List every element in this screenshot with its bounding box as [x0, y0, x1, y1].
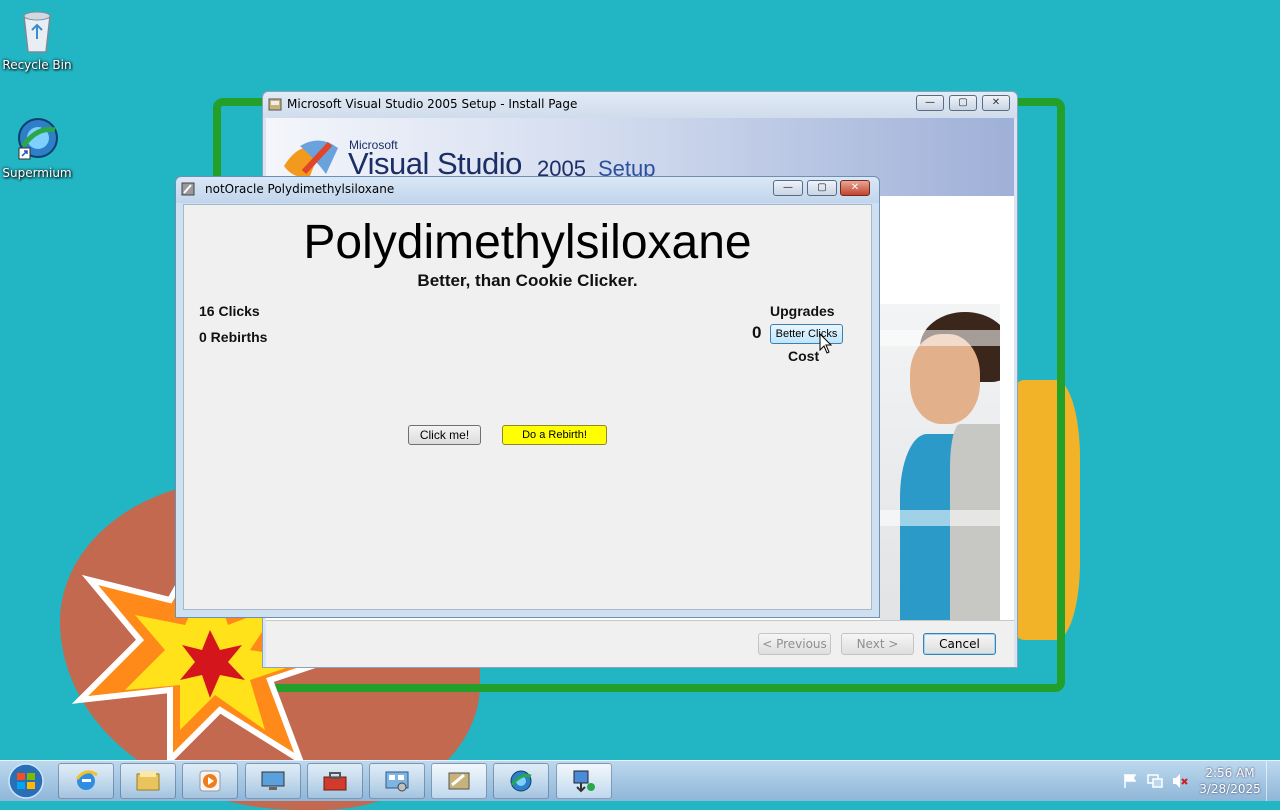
vs-title-bar[interactable]: Microsoft Visual Studio 2005 Setup - Ins…: [263, 92, 1017, 118]
click-me-button[interactable]: Click me!: [408, 425, 481, 445]
taskbar: 2:56 AM 3/28/2025: [0, 760, 1280, 801]
taskbar-clock[interactable]: 2:56 AM 3/28/2025: [1196, 765, 1264, 797]
minimize-button[interactable]: —: [773, 180, 803, 196]
windows-orb-icon: [8, 763, 44, 799]
mouse-cursor-icon: [819, 333, 833, 354]
taskbar-installer[interactable]: [556, 763, 612, 799]
setup-icon: [268, 98, 282, 111]
desktop-icon-label: Recycle Bin: [2, 58, 72, 72]
installer-icon: [573, 770, 595, 793]
clock-date: 3/28/2025: [1199, 782, 1261, 796]
maximize-button[interactable]: ▢: [807, 180, 837, 196]
rebirth-button[interactable]: Do a Rebirth!: [502, 425, 607, 445]
desktop-icon-recycle-bin[interactable]: Recycle Bin: [0, 8, 74, 72]
flag-icon[interactable]: [1122, 773, 1138, 789]
next-button[interactable]: Next >: [841, 633, 914, 655]
game-heading: Polydimethylsiloxane: [303, 216, 752, 269]
setup-icon: [448, 772, 470, 790]
minimize-button[interactable]: —: [916, 95, 944, 111]
desktop-icon-supermium[interactable]: Supermium: [0, 116, 74, 180]
clicks-counter: 16 Clicks: [199, 303, 260, 319]
app-icon: [181, 182, 195, 196]
rebirths-counter: 0 Rebirths: [199, 329, 268, 345]
close-button[interactable]: ✕: [982, 95, 1010, 111]
media-player-icon: [199, 770, 221, 792]
recycle-bin-icon: [15, 8, 59, 54]
volume-muted-icon[interactable]: [1172, 773, 1188, 789]
control-panel-icon: [385, 771, 409, 792]
taskbar-remote-desktop[interactable]: [245, 763, 301, 799]
close-button[interactable]: ✕: [840, 180, 870, 196]
network-icon[interactable]: [1147, 773, 1163, 789]
clock-time: 2:56 AM: [1205, 766, 1255, 780]
app-title-bar[interactable]: notOracle Polydimethylsiloxane — ▢ ✕: [176, 177, 879, 203]
cost-label: Cost: [788, 348, 820, 364]
taskbar-toolbox[interactable]: [307, 763, 363, 799]
start-button[interactable]: [2, 762, 50, 800]
app-client-area: Polydimethylsiloxane Better, than Cookie…: [183, 204, 872, 610]
supermium-icon: [510, 770, 532, 792]
taskbar-internet-explorer[interactable]: [58, 763, 114, 799]
setup-photo: [880, 304, 1000, 640]
vs-window-title: Microsoft Visual Studio 2005 Setup - Ins…: [287, 97, 578, 111]
previous-button[interactable]: < Previous: [758, 633, 831, 655]
toolbox-icon: [323, 772, 347, 791]
internet-explorer-icon: [75, 770, 98, 790]
taskbar-media-player[interactable]: [182, 763, 238, 799]
clicker-app-window[interactable]: notOracle Polydimethylsiloxane — ▢ ✕ Pol…: [175, 176, 880, 618]
upgrade-count: 0: [752, 323, 762, 342]
maximize-button[interactable]: ▢: [949, 95, 977, 111]
app-window-title: notOracle Polydimethylsiloxane: [205, 182, 395, 196]
taskbar-setup[interactable]: [431, 763, 487, 799]
taskbar-supermium[interactable]: [493, 763, 549, 799]
file-explorer-icon: [136, 771, 160, 791]
show-desktop-button[interactable]: [1266, 761, 1280, 801]
vs-button-bar: < Previous Next > Cancel: [266, 620, 1014, 667]
desktop-icon-label: Supermium: [2, 166, 72, 180]
taskbar-file-explorer[interactable]: [120, 763, 176, 799]
cancel-button[interactable]: Cancel: [923, 633, 996, 655]
remote-desktop-icon: [261, 771, 285, 790]
supermium-icon: [15, 116, 59, 162]
upgrades-label: Upgrades: [770, 303, 835, 319]
taskbar-control-panel[interactable]: [369, 763, 425, 799]
game-subtitle: Better, than Cookie Clicker.: [417, 271, 638, 290]
